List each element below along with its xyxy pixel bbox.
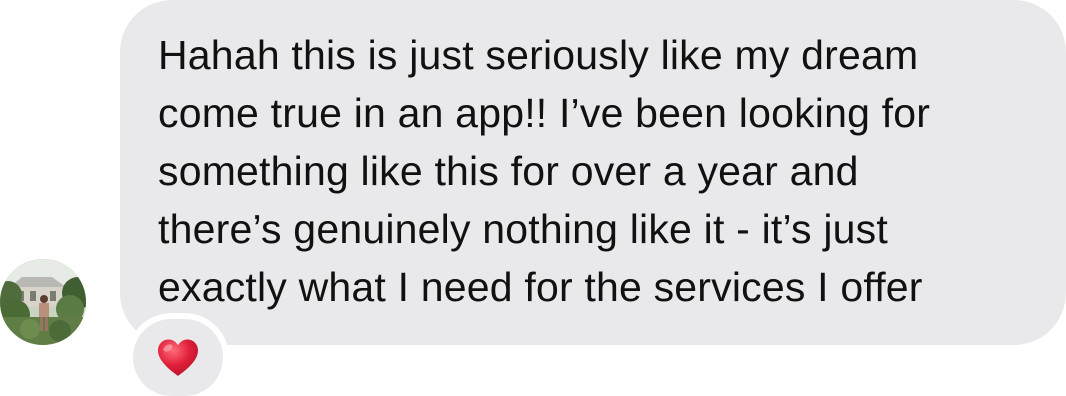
message-bubble[interactable]: Hahah this is just seriously like my dre… bbox=[120, 0, 1066, 345]
message-line: come true in an app!! I’ve been looking … bbox=[158, 90, 931, 136]
reaction-badge[interactable] bbox=[133, 319, 223, 396]
avatar[interactable] bbox=[0, 259, 86, 345]
message-line: something like this for over a year and bbox=[158, 148, 859, 194]
message-text: Hahah this is just seriously like my dre… bbox=[158, 26, 1036, 316]
message-line: exactly what I need for the services I o… bbox=[158, 264, 923, 310]
avatar-photo bbox=[0, 259, 86, 345]
red-heart-icon bbox=[158, 339, 198, 376]
chat-message-row: Hahah this is just seriously like my dre… bbox=[0, 0, 1066, 396]
message-line: Hahah this is just seriously like my dre… bbox=[158, 32, 919, 78]
message-line: there’s genuinely nothing like it - it’s… bbox=[158, 206, 888, 252]
